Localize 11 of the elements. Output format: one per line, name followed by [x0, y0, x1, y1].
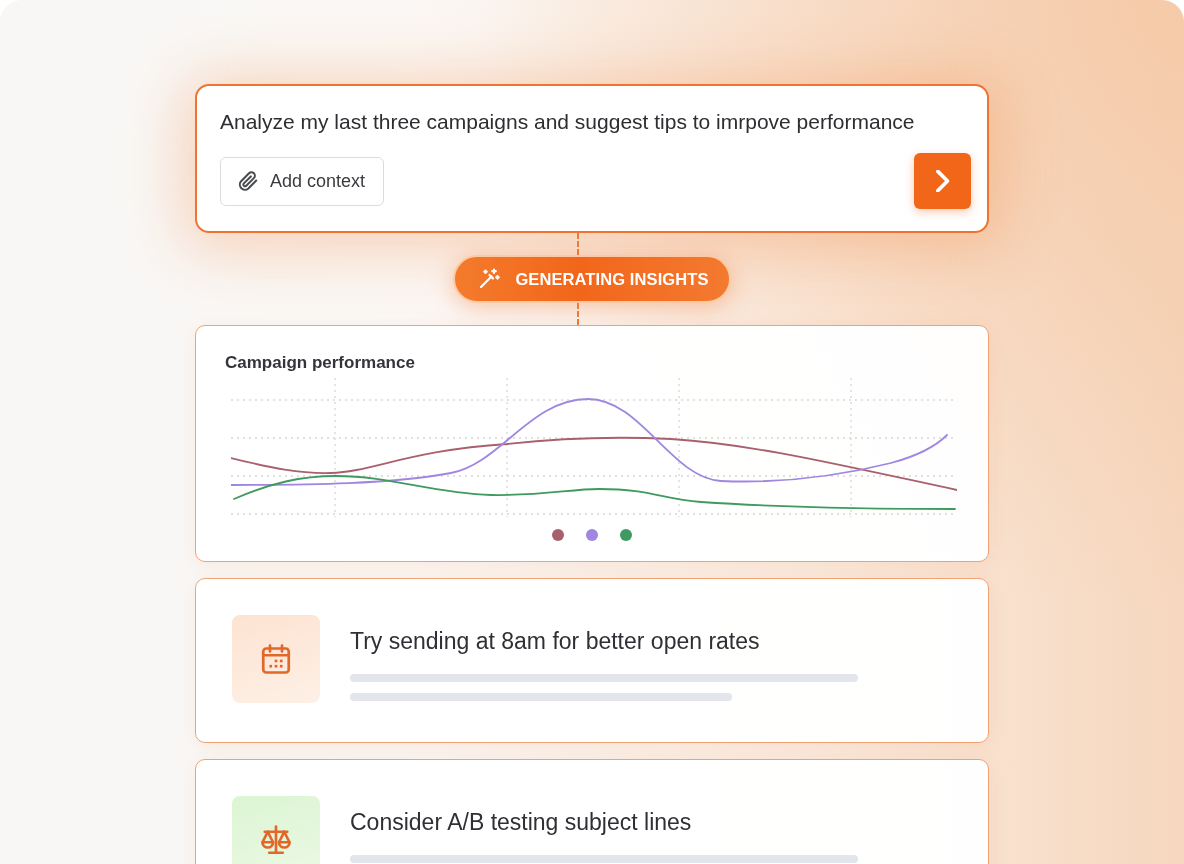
status-label: GENERATING INSIGHTS	[515, 269, 709, 289]
paperclip-icon	[237, 170, 259, 192]
balance-scale-icon	[232, 796, 320, 864]
add-context-button[interactable]: Add context	[220, 156, 385, 206]
send-button[interactable]	[914, 153, 971, 209]
prompt-input[interactable]: Analyze my last three campaigns and suggest tips to imrpove performance	[220, 108, 971, 136]
tip-title: Try sending at 8am for better open rates	[350, 627, 760, 655]
calendar-icon	[232, 615, 320, 703]
chart-title: Campaign performance	[225, 352, 415, 374]
tip-title: Consider A/B testing subject lines	[350, 808, 692, 836]
magic-wand-icon	[477, 267, 502, 291]
